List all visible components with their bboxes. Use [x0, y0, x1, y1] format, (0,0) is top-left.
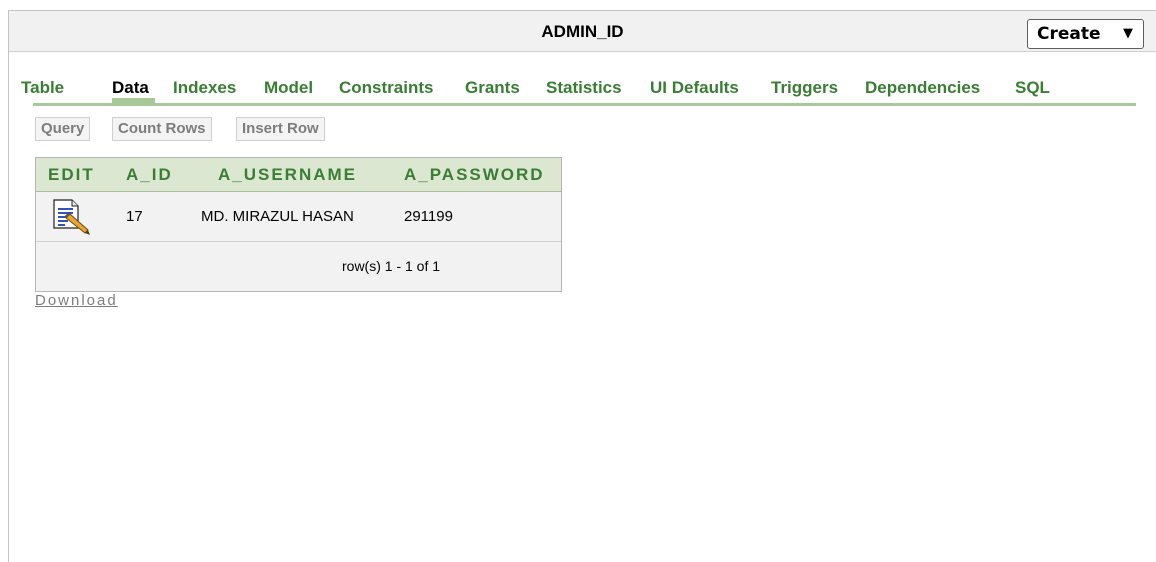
create-button-label: Create — [1037, 24, 1101, 44]
cell-a-username: MD. MIRAZUL HASAN — [201, 208, 354, 225]
main-panel: ADMIN_ID Create ▼ Table Data Indexes Mod… — [8, 10, 1156, 562]
tab-indexes[interactable]: Indexes — [173, 78, 236, 98]
tab-table[interactable]: Table — [21, 78, 64, 98]
page-title: ADMIN_ID — [541, 22, 624, 41]
data-grid: EDIT A_ID A_USERNAME A_PASSWORD 17 MD. M… — [35, 157, 562, 292]
pagination-info: row(s) 1 - 1 of 1 — [36, 242, 561, 290]
tab-dependencies[interactable]: Dependencies — [865, 78, 980, 98]
region-header: ADMIN_ID Create ▼ — [9, 11, 1156, 52]
column-header-a-password[interactable]: A_PASSWORD — [404, 158, 545, 191]
cell-a-password: 291199 — [404, 208, 453, 225]
column-header-a-id[interactable]: A_ID — [126, 158, 173, 191]
object-tabs: Table Data Indexes Model Constraints Gra… — [9, 51, 1156, 106]
grid-header-row: EDIT A_ID A_USERNAME A_PASSWORD — [36, 158, 561, 192]
edit-document-pencil-icon[interactable] — [52, 198, 92, 236]
tab-sql[interactable]: SQL — [1015, 78, 1050, 98]
table-row: 17 MD. MIRAZUL HASAN 291199 — [36, 192, 561, 242]
create-button[interactable]: Create ▼ — [1027, 19, 1144, 49]
query-button[interactable]: Query — [35, 117, 91, 141]
tab-statistics[interactable]: Statistics — [546, 78, 622, 98]
cell-a-id: 17 — [126, 208, 143, 225]
caret-down-icon: ▼ — [1123, 26, 1133, 41]
tab-model[interactable]: Model — [264, 78, 313, 98]
tab-grants[interactable]: Grants — [465, 78, 520, 98]
tab-ui-defaults[interactable]: UI Defaults — [650, 78, 739, 98]
tab-triggers[interactable]: Triggers — [771, 78, 838, 98]
column-header-a-username[interactable]: A_USERNAME — [218, 158, 357, 191]
column-header-edit[interactable]: EDIT — [48, 158, 95, 191]
count-rows-button[interactable]: Count Rows — [112, 117, 212, 141]
pagination-text: row(s) 1 - 1 of 1 — [342, 258, 441, 274]
download-link[interactable]: Download — [35, 292, 118, 309]
tab-constraints[interactable]: Constraints — [339, 78, 433, 98]
tabs-divider — [33, 103, 1136, 106]
tab-data[interactable]: Data — [112, 78, 149, 98]
insert-row-button[interactable]: Insert Row — [236, 117, 325, 141]
